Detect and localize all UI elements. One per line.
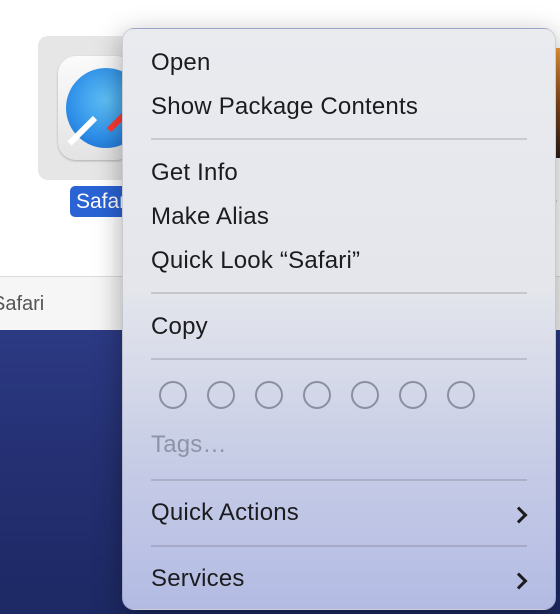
tag-color-circle[interactable] xyxy=(303,381,331,409)
chevron-right-icon xyxy=(510,506,528,524)
menu-item-open[interactable]: Open xyxy=(151,49,211,77)
menu-item-get-info[interactable]: Get Info xyxy=(151,159,238,187)
menu-separator xyxy=(151,292,527,294)
tag-color-circle[interactable] xyxy=(447,381,475,409)
menu-item-services[interactable]: Services xyxy=(151,565,245,593)
menu-item-quick-look[interactable]: Quick Look “Safari” xyxy=(151,247,360,275)
menu-item-tags: Tags… xyxy=(151,431,227,458)
compass-needle-white xyxy=(67,115,98,146)
menu-item-show-package-contents[interactable]: Show Package Contents xyxy=(151,93,418,121)
menu-item-quick-actions[interactable]: Quick Actions xyxy=(151,499,299,527)
chevron-right-icon xyxy=(510,572,528,590)
menu-separator xyxy=(151,138,527,140)
menu-separator xyxy=(151,358,527,360)
tag-color-circle[interactable] xyxy=(399,381,427,409)
tag-color-circle[interactable] xyxy=(351,381,379,409)
tag-color-circle[interactable] xyxy=(159,381,187,409)
menu-separator xyxy=(151,479,527,481)
path-bar-item[interactable]: Safari xyxy=(0,293,44,316)
menu-separator xyxy=(151,545,527,547)
app-name-label[interactable]: Safari xyxy=(70,186,130,217)
context-menu: Open Show Package Contents Get Info Make… xyxy=(122,28,556,610)
tag-color-circle[interactable] xyxy=(255,381,283,409)
menu-item-copy[interactable]: Copy xyxy=(151,313,208,341)
menu-item-make-alias[interactable]: Make Alias xyxy=(151,203,269,231)
tag-color-circle[interactable] xyxy=(207,381,235,409)
